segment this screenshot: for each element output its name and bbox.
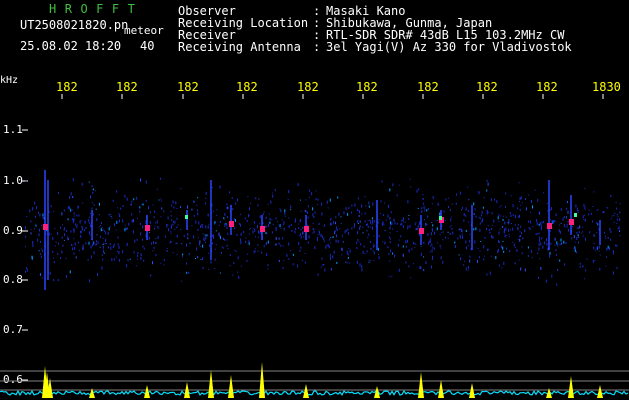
echo-peak [43,224,48,230]
echo-peak [574,213,577,217]
level-spike [259,362,265,398]
spectrogram-noise [25,177,621,286]
echo-peak [304,226,309,232]
echo-peak [145,225,150,231]
level-spike [597,385,603,398]
noise-trace [0,389,629,397]
level-spike [303,384,309,398]
level-spike [228,375,234,398]
axis-ticks [22,94,604,381]
echo-peak [260,226,265,232]
signal-level-trace [0,362,629,398]
level-spike [208,370,214,398]
echo-peak [229,221,234,227]
spectrogram [0,94,629,398]
level-spike [438,380,444,398]
meteor-echoes [43,170,601,290]
echo-peak [569,219,574,225]
echo-peak [439,216,442,220]
echo-peak [185,215,188,219]
echo-peak [547,223,552,229]
echo-peak [419,228,424,234]
level-spike [418,372,424,398]
level-spike [568,376,574,398]
